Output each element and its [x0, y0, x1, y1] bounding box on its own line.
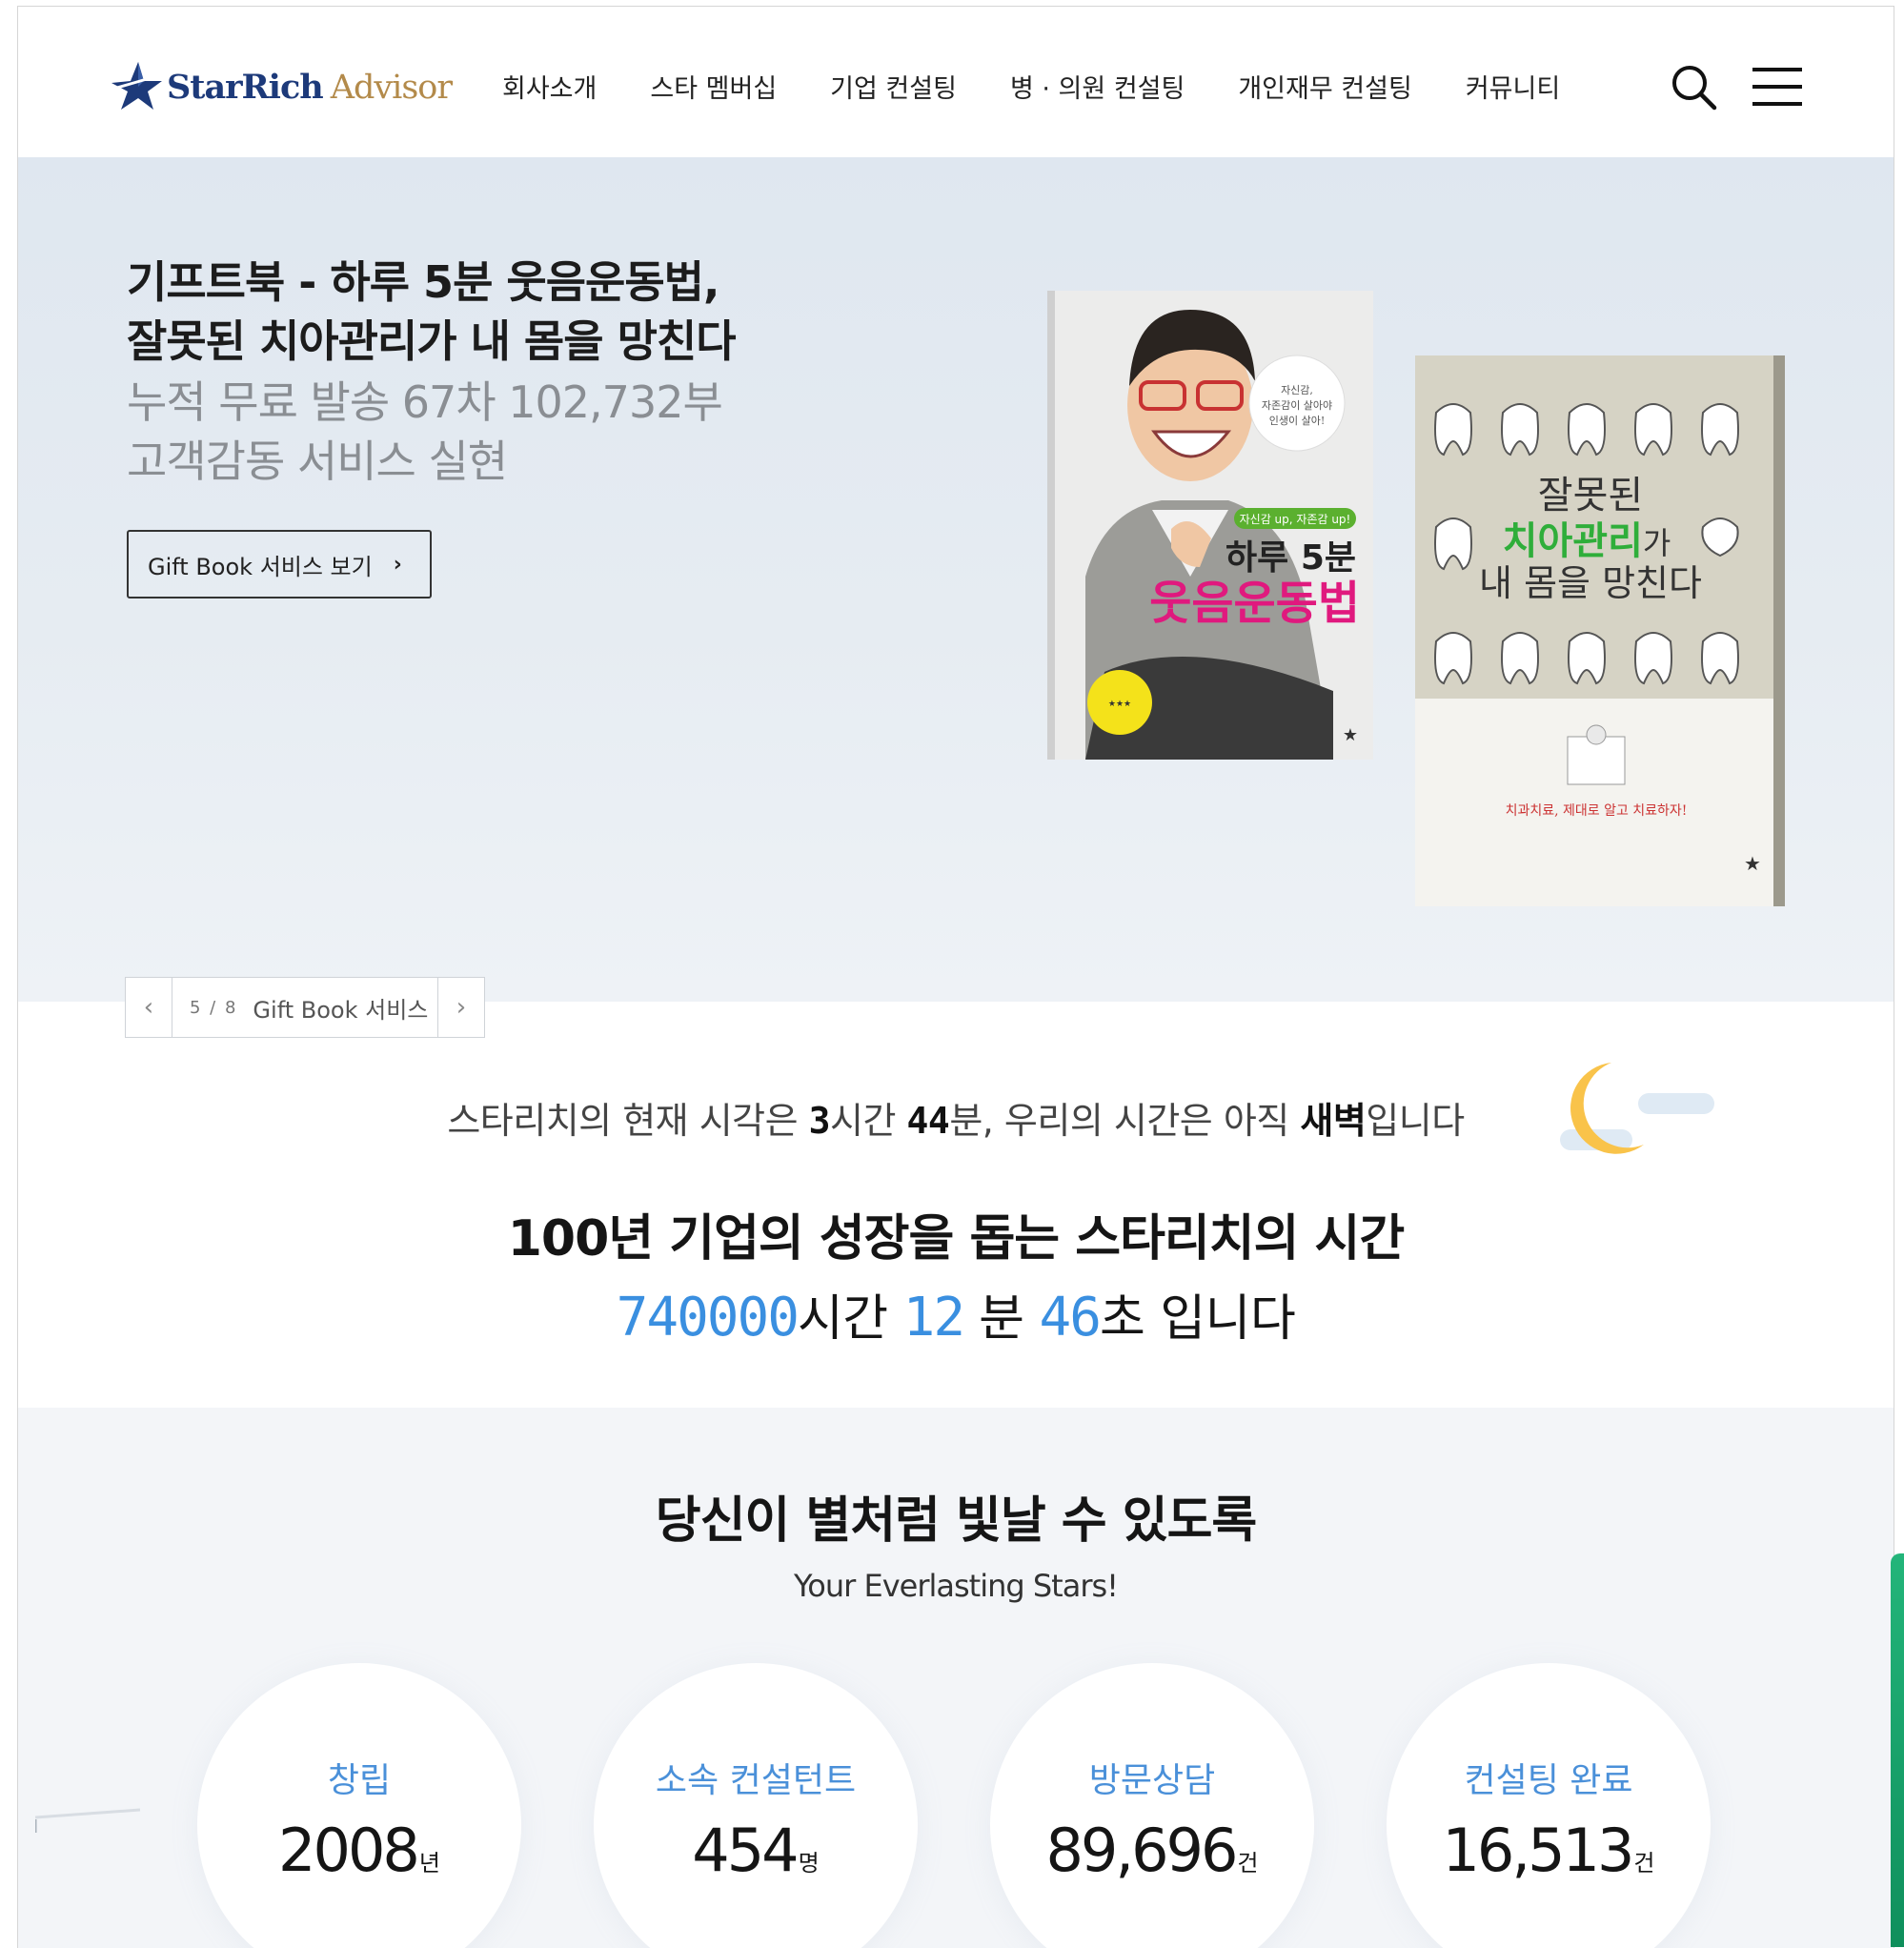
counter-hours: 740000	[616, 1287, 800, 1349]
svg-text:자존감이 살아야: 자존감이 살아야	[1262, 399, 1332, 412]
nav-item-clinic-consulting[interactable]: 병 · 의원 컨설팅	[1010, 68, 1185, 105]
svg-text:하루 5분: 하루 5분	[1225, 538, 1356, 578]
nav-item-personal-finance[interactable]: 개인재무 컨설팅	[1238, 68, 1411, 105]
hero-subtitle: 누적 무료 발송 67차 102,732부 고객감동 서비스 실현	[127, 376, 723, 487]
svg-text:내 몸을 망친다: 내 몸을 망친다	[1479, 562, 1702, 604]
hero-banner: 기프트북 - 하루 5분 웃음운동법, 잘못된 치아관리가 내 몸을 망친다 누…	[18, 157, 1894, 1002]
logo-text: StarRich Advisor	[167, 67, 453, 107]
time-period: 새벽	[1300, 1100, 1367, 1142]
crescent-moon-icon	[1560, 1063, 1714, 1154]
counter-minutes: 12	[902, 1287, 965, 1349]
stat-founded: 창립 2008년	[197, 1663, 521, 1948]
svg-text:인생이 살아!: 인생이 살아!	[1269, 415, 1326, 427]
stats-subtitle: Your Everlasting Stars!	[794, 1568, 1119, 1604]
time-headline: 100년 기업의 성장을 돕는 스타리치의 시간	[507, 1210, 1406, 1268]
svg-text:★★★: ★★★	[1108, 700, 1131, 709]
current-minute: 44	[906, 1100, 950, 1142]
slider-label: Gift Book 서비스	[253, 996, 429, 1024]
side-floating-tab[interactable]	[1891, 1553, 1904, 1947]
decorative-line	[35, 1808, 141, 1833]
svg-text:★: ★	[1744, 852, 1761, 875]
stats-title: 당신이 별처럼 빛날 수 있도록	[655, 1492, 1258, 1550]
time-counter: 740000시간 12 분 46초 입니다	[616, 1287, 1296, 1349]
nav-item-corporate-consulting[interactable]: 기업 컨설팅	[830, 68, 957, 105]
slider-counter: 5 / 8	[190, 997, 238, 1018]
search-icon[interactable]	[1667, 60, 1720, 113]
slider-next-button[interactable]: ›	[437, 978, 484, 1037]
stat-consultants: 소속 컨설턴트 454명	[594, 1663, 918, 1948]
nav-item-community[interactable]: 커뮤니티	[1466, 68, 1560, 105]
nav-item-star-membership[interactable]: 스타 멤버십	[650, 68, 777, 105]
site-header: StarRich Advisor 회사소개 스타 멤버십 기업 컨설팅 병 · 의…	[18, 7, 1894, 157]
svg-text:치과치료, 제대로 알고 치료하자!: 치과치료, 제대로 알고 치료하자!	[1506, 803, 1688, 819]
svg-text:치아관리가: 치아관리가	[1503, 519, 1671, 563]
hero-title: 기프트북 - 하루 5분 웃음운동법, 잘못된 치아관리가 내 몸을 망친다	[127, 256, 737, 367]
chevron-right-icon: ›	[456, 993, 467, 1022]
page-frame: StarRich Advisor 회사소개 스타 멤버십 기업 컨설팅 병 · 의…	[17, 6, 1894, 1948]
svg-text:★: ★	[1343, 725, 1358, 745]
nav-item-company[interactable]: 회사소개	[502, 68, 597, 105]
stat-visits: 방문상담 89,696건	[990, 1663, 1314, 1948]
star-logo-icon	[111, 62, 162, 110]
slider-prev-button[interactable]: ‹	[126, 978, 172, 1037]
stats-section: 당신이 별처럼 빛날 수 있도록 Your Everlasting Stars!…	[18, 1408, 1894, 1948]
logo[interactable]: StarRich Advisor	[110, 58, 453, 115]
main-nav: 회사소개 스타 멤버십 기업 컨설팅 병 · 의원 컨설팅 개인재무 컨설팅 커…	[502, 68, 1613, 105]
book-cover-dental-care[interactable]: 잘못된 치아관리가 내 몸을 망친다 치과치료, 제대로 알고 치료하자! ★	[1415, 355, 1785, 906]
hero-slider-control: ‹ 5 / 8 Gift Book 서비스 ›	[125, 977, 485, 1038]
svg-text:웃음운동법: 웃음운동법	[1149, 577, 1360, 630]
chevron-left-icon: ‹	[143, 993, 154, 1022]
gift-book-button[interactable]: Gift Book 서비스 보기 ›	[127, 530, 432, 599]
current-hour: 3	[808, 1100, 831, 1142]
svg-text:잘못된: 잘못된	[1538, 474, 1643, 517]
svg-text:자신감,: 자신감,	[1281, 384, 1313, 396]
hamburger-menu-icon[interactable]	[1751, 60, 1804, 113]
stat-completed: 컨설팅 완료 16,513건	[1387, 1663, 1711, 1948]
svg-text:자신감 up, 자존감 up!: 자신감 up, 자존감 up!	[1240, 513, 1351, 526]
counter-seconds: 46	[1039, 1287, 1102, 1349]
book-cover-laughter-exercise[interactable]: 자신감, 자존감이 살아야 인생이 살아! 자신감 up, 자존감 up! 하루…	[1047, 291, 1373, 760]
chevron-right-icon: ›	[393, 552, 402, 577]
